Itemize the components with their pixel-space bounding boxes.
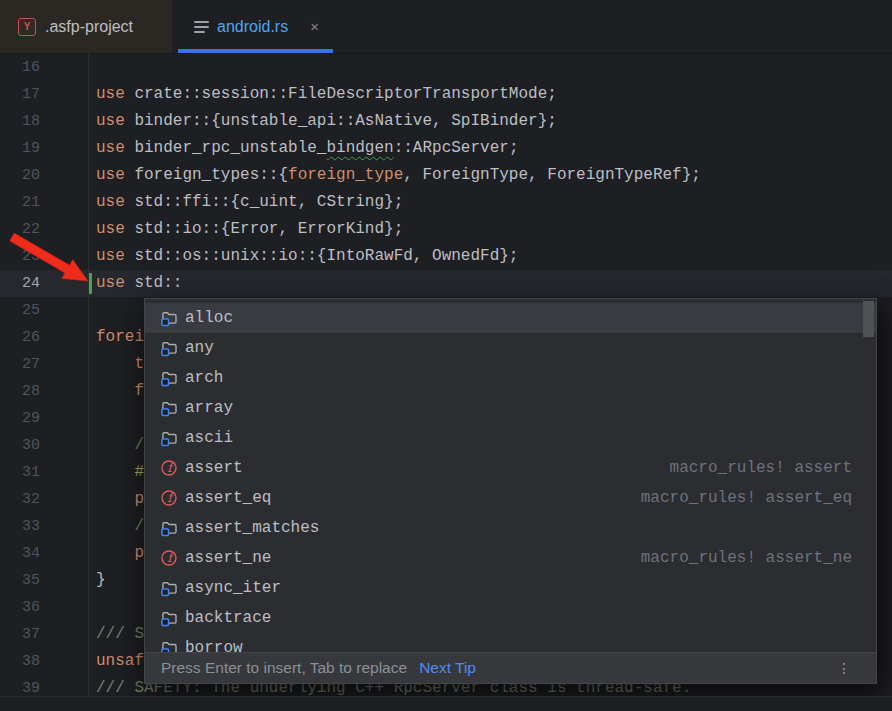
gutter-separator [88,54,89,697]
completion-hint-bar: Press Enter to insert, Tab to replace Ne… [145,652,876,683]
completion-label: assert_eq [185,489,271,507]
line-number: 34 [0,540,40,567]
completion-item[interactable]: backtrace [145,603,876,633]
completion-detail: macro_rules! assert_ne [641,549,852,567]
completion-item[interactable]: f assert_ne macro_rules! assert_ne [145,543,876,573]
module-icon [160,609,178,627]
code-text: use std::io::{Error, ErrorKind}; [96,216,403,243]
line-number: 27 [0,351,40,378]
next-tip-link[interactable]: Next Tip [419,659,476,677]
tab-asfp-project[interactable]: Y .asfp-project [0,0,172,53]
module-icon [160,429,178,447]
yaml-file-icon: Y [18,18,36,36]
completion-item[interactable]: ascii [145,423,876,453]
completion-label: backtrace [185,609,271,627]
line-number: 24 [0,270,40,297]
completion-item[interactable]: borrow [145,633,876,653]
code-text: use crate::session::FileDescriptorTransp… [96,81,557,108]
hint-text: Press Enter to insert, Tab to replace [161,659,407,677]
line-number: 38 [0,648,40,675]
tab-label: .asfp-project [45,18,133,36]
code-text: use std::ffi::{c_uint, CString}; [96,189,403,216]
line-number: 17 [0,81,40,108]
line-number: 35 [0,567,40,594]
line-number: 16 [0,54,40,81]
more-options-icon[interactable]: ⋮ [837,660,851,676]
completion-item[interactable]: array [145,393,876,423]
macro-icon: f [160,549,178,567]
code-text: use foreign_types::{foreign_type, Foreig… [96,162,701,189]
text-file-icon [194,21,209,33]
completion-label: array [185,399,233,417]
module-icon [160,639,178,653]
completion-item[interactable]: arch [145,363,876,393]
module-icon [160,369,178,387]
close-tab-icon[interactable]: × [310,19,319,34]
ide-window: Y .asfp-project android.rs × 1617 use cra… [0,0,892,711]
code-text: use std:: [96,270,182,297]
line-number: 18 [0,108,40,135]
line-number: 37 [0,621,40,648]
code-text: use binder::{unstable_api::AsNative, SpI… [96,108,557,135]
module-icon [160,339,178,357]
module-icon [160,399,178,417]
completion-label: assert_ne [185,549,271,567]
module-icon [160,309,178,327]
module-icon [160,519,178,537]
code-line[interactable]: 21 use std::ffi::{c_uint, CString}; [0,189,892,216]
line-number: 32 [0,486,40,513]
macro-icon: f [160,459,178,477]
line-number: 33 [0,513,40,540]
completion-item[interactable]: async_iter [145,573,876,603]
code-line[interactable]: 18 use binder::{unstable_api::AsNative, S… [0,108,892,135]
code-line[interactable]: 19 use binder_rpc_unstable_bindgen::ARpcS… [0,135,892,162]
line-number: 19 [0,135,40,162]
code-line[interactable]: 24 use std:: [0,270,892,297]
code-line[interactable]: 23 use std::os::unix::io::{IntoRawFd, Own… [0,243,892,270]
line-number: 21 [0,189,40,216]
completion-item[interactable]: any [145,333,876,363]
completion-label: arch [185,369,223,387]
completion-label: assert_matches [185,519,319,537]
bottom-strip [0,696,892,711]
line-number: 23 [0,243,40,270]
tab-android-rs[interactable]: android.rs × [172,0,333,53]
completion-detail: macro_rules! assert_eq [641,489,852,507]
popup-scrollbar-thumb[interactable] [863,301,874,337]
completion-list: allocanyarcharrayasciifassertmacro_rules… [145,303,876,653]
line-number: 29 [0,405,40,432]
line-number: 25 [0,297,40,324]
line-number: 31 [0,459,40,486]
line-number: 28 [0,378,40,405]
code-line[interactable]: 17 use crate::session::FileDescriptorTran… [0,81,892,108]
line-number: 30 [0,432,40,459]
editor-tab-bar: Y .asfp-project android.rs × [0,0,892,54]
line-number: 36 [0,594,40,621]
tab-label: android.rs [217,18,288,36]
code-line[interactable]: 22 use std::io::{Error, ErrorKind}; [0,216,892,243]
completion-label: ascii [185,429,233,447]
code-line[interactable]: 16 [0,54,892,81]
completion-item[interactable]: alloc [145,303,876,333]
macro-icon: f [160,489,178,507]
code-text: use binder_rpc_unstable_bindgen::ARpcSer… [96,135,518,162]
completion-detail: macro_rules! assert [670,459,852,477]
line-number: 26 [0,324,40,351]
code-text: use std::os::unix::io::{IntoRawFd, Owned… [96,243,518,270]
completion-item[interactable]: assert_matches [145,513,876,543]
completion-label: alloc [185,309,233,327]
code-text: } [96,567,106,594]
completion-label: any [185,339,214,357]
completion-item[interactable]: f assert_eq macro_rules! assert_eq [145,483,876,513]
completion-item[interactable]: fassert macro_rules! assert [145,453,876,483]
completion-label: assert [185,459,243,477]
line-number: 20 [0,162,40,189]
completion-label: borrow [185,639,243,653]
line-number: 22 [0,216,40,243]
completion-popup: allocanyarcharrayasciifassertmacro_rules… [144,298,877,684]
code-line[interactable]: 20 use foreign_types::{foreign_type, Fore… [0,162,892,189]
module-icon [160,579,178,597]
completion-label: async_iter [185,579,281,597]
